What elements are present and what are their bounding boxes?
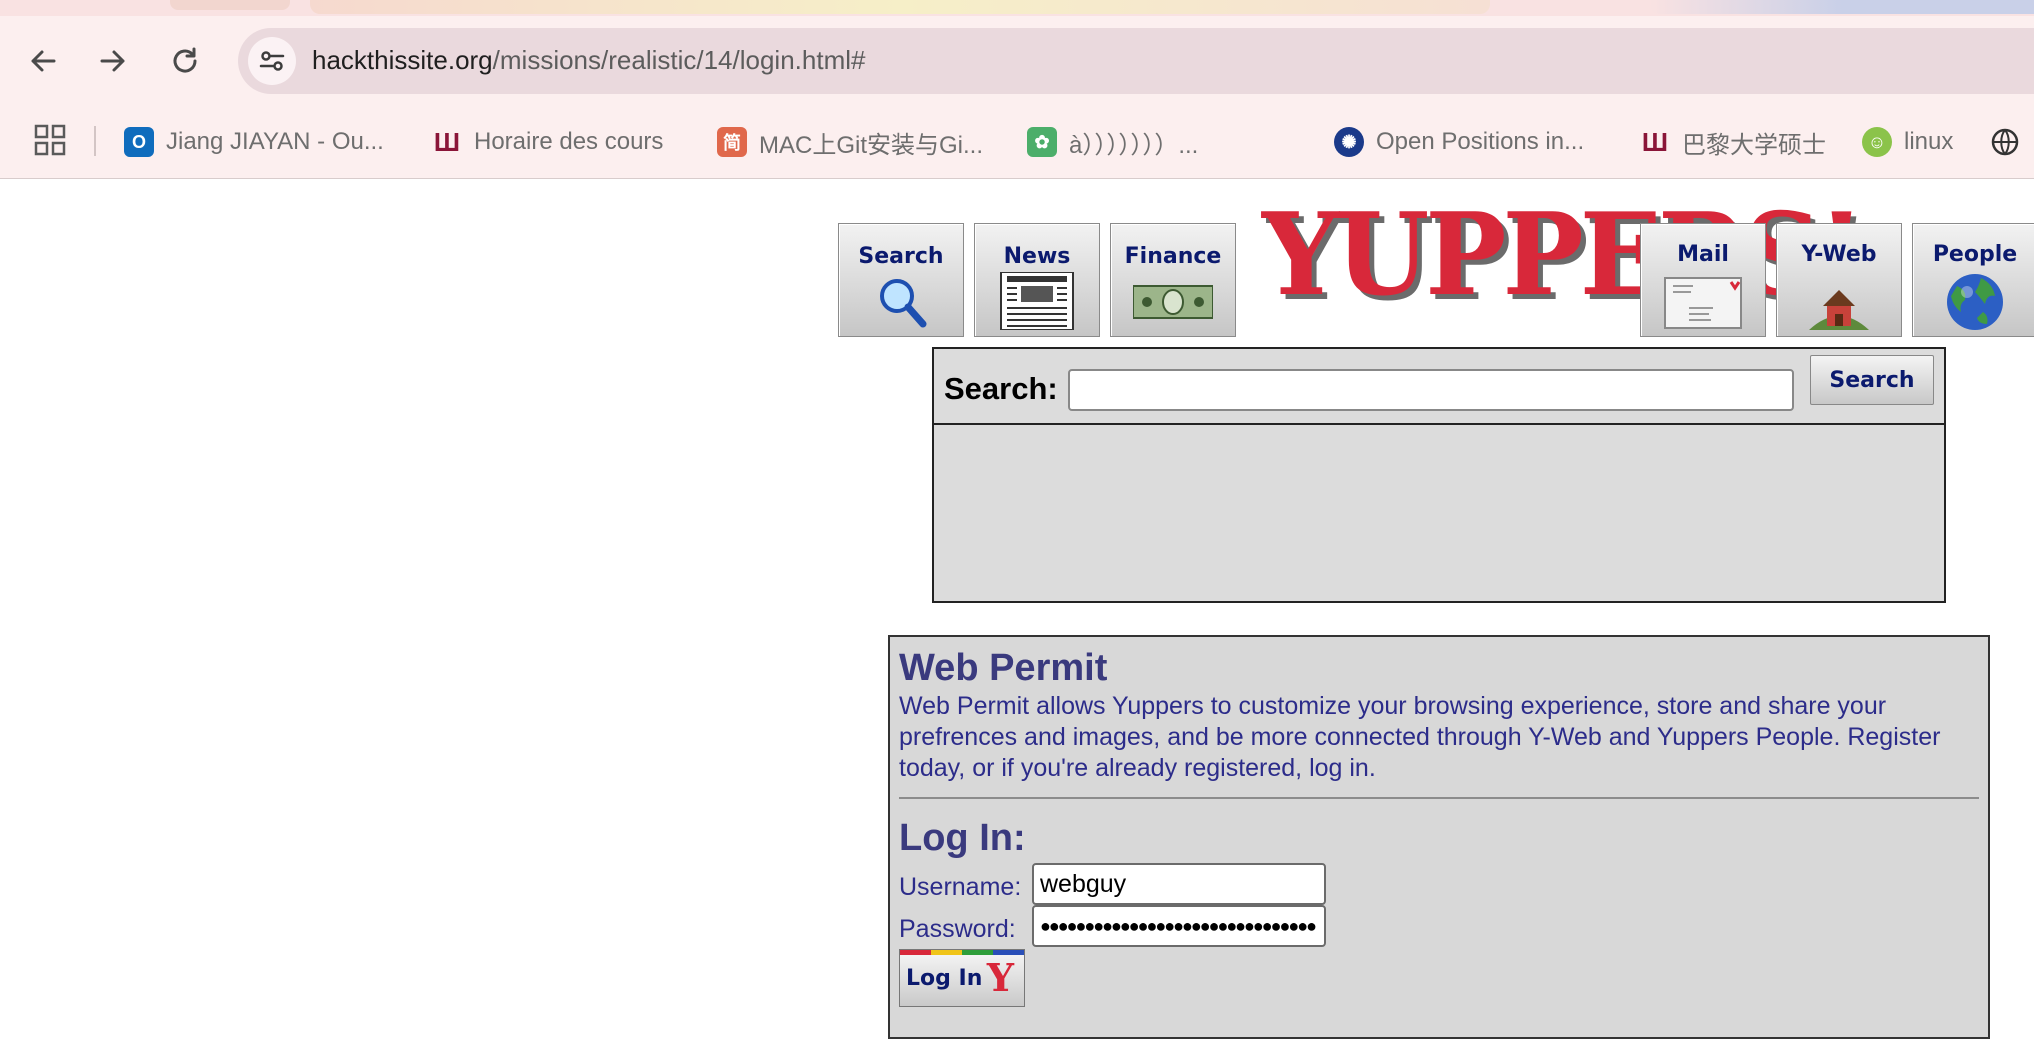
newspaper-icon <box>1000 272 1074 330</box>
url-domain: hackthissite.org <box>312 45 493 75</box>
arrow-left-icon <box>31 50 56 72</box>
back-button[interactable] <box>20 38 66 84</box>
login-button[interactable]: Log In Y <box>899 949 1025 1007</box>
dollar-bill-icon <box>1133 285 1213 319</box>
tune-icon <box>259 51 285 71</box>
tab-strip <box>0 0 2034 16</box>
bookmarks-bar: O Jiang JIAYAN - Ou... Ш Horaire des cou… <box>0 118 2034 166</box>
browser-chrome: hackthissite.org/missions/realistic/14/l… <box>0 0 2034 179</box>
nav-search-tile[interactable]: Search <box>838 223 964 337</box>
tab[interactable] <box>170 0 290 10</box>
site-info-button[interactable] <box>248 37 296 85</box>
university-icon: Ш <box>1641 126 1669 157</box>
jianshu-icon: 简 <box>717 127 747 157</box>
bookmark-label: à）））））））... <box>1069 131 1199 159</box>
nav-yweb-label: Y-Web <box>1801 242 1877 267</box>
divider <box>899 797 1979 799</box>
username-label: Username: <box>899 873 1022 901</box>
address-bar[interactable]: hackthissite.org/missions/realistic/14/l… <box>238 28 2034 94</box>
forward-button[interactable] <box>90 38 136 84</box>
earth-icon <box>1947 274 2003 330</box>
bookmark-globe[interactable] <box>1990 124 2020 160</box>
nav-finance-tile[interactable]: Finance <box>1110 223 1236 337</box>
bookmark-label: linux <box>1904 128 1954 155</box>
web-permit-panel: Web Permit Web Permit allows Yuppers to … <box>888 635 1990 1039</box>
arrow-right-icon <box>100 50 125 72</box>
bookmark-open-positions[interactable]: ✺ Open Positions in... <box>1334 124 1584 160</box>
search-label: Search: <box>944 371 1058 406</box>
reload-icon <box>173 47 197 73</box>
nav-people-label: People <box>1932 242 2018 267</box>
logo-text: YUPPERS! <box>1262 188 1865 322</box>
active-tab-group[interactable] <box>310 0 1490 14</box>
permit-title: Web Permit <box>899 647 1108 689</box>
bookmark-label: 巴黎大学硕士 <box>1682 131 1826 159</box>
nav-search-label: Search <box>858 244 944 269</box>
bookmark-horaire[interactable]: Ш Horaire des cours <box>432 124 664 160</box>
envelope-icon <box>1664 277 1742 329</box>
reload-button[interactable] <box>162 38 208 84</box>
nav-news-label: News <box>1003 244 1071 269</box>
username-field[interactable] <box>1032 863 1326 905</box>
bookmark-linux[interactable]: ☺ linux <box>1862 124 1953 160</box>
globe-icon <box>1991 128 2019 156</box>
paw-icon: ✿ <box>1027 127 1057 157</box>
url-path: /missions/realistic/14/login.html# <box>492 45 866 75</box>
bookmark-label: MAC上Git安装与Gi... <box>759 131 984 159</box>
nav-mail-label: Mail <box>1677 242 1729 267</box>
nav-finance-label: Finance <box>1124 244 1222 269</box>
password-field[interactable] <box>1032 905 1326 947</box>
search-bar: Search: Search <box>934 349 1944 425</box>
search-results-area <box>934 425 1944 601</box>
bookmark-label: Jiang JIAYAN - Ou... <box>166 128 384 155</box>
outlook-icon: O <box>124 127 154 157</box>
url-text[interactable]: hackthissite.org/missions/realistic/14/l… <box>312 45 865 76</box>
bookmark-label: Horaire des cours <box>474 128 664 155</box>
password-label: Password: <box>899 915 1016 943</box>
login-button-label: Log In <box>906 966 983 991</box>
bookmark-paw[interactable]: ✿ à）））））））... <box>1027 124 1198 160</box>
permit-description: Web Permit allows Yuppers to customize y… <box>899 692 1941 782</box>
university-icon: Ш <box>433 126 461 157</box>
search-panel: Search: Search <box>932 347 1946 603</box>
magnifier-icon <box>880 279 927 328</box>
yuppers-logo[interactable]: YUPPERS! <box>1262 185 1865 325</box>
bookmark-label: Open Positions in... <box>1376 128 1585 155</box>
bookmark-paris-university[interactable]: Ш 巴黎大学硕士 <box>1640 124 1826 160</box>
nav-people-tile[interactable]: People <box>1912 223 2034 337</box>
nav-mail-tile[interactable]: Mail <box>1640 223 1766 337</box>
search-input[interactable] <box>1068 369 1794 411</box>
bookmark-git-guide[interactable]: 简 MAC上Git安装与Gi... <box>717 124 983 160</box>
house-icon <box>1809 290 1869 330</box>
globe-seal-icon: ✺ <box>1334 127 1364 157</box>
face-icon: ☺ <box>1862 127 1892 157</box>
nav-yweb-tile[interactable]: Y-Web <box>1776 223 1902 337</box>
tab[interactable] <box>1650 0 2034 14</box>
yuppers-y-icon: Y <box>986 955 1014 1000</box>
page-content: Search News Finance YUPPERS! Mail Y-Web … <box>0 179 2034 1039</box>
nav-news-tile[interactable]: News <box>974 223 1100 337</box>
bookmark-outlook[interactable]: O Jiang JIAYAN - Ou... <box>124 124 384 160</box>
search-button[interactable]: Search <box>1810 355 1934 405</box>
login-title: Log In: <box>899 817 1026 859</box>
